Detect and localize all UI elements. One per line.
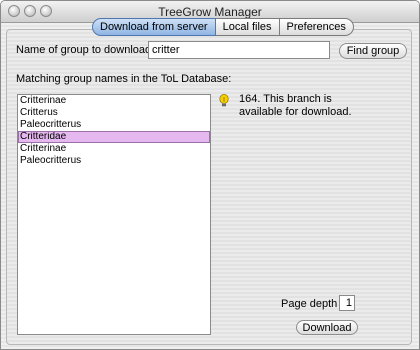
tab-local-files[interactable]: Local files (215, 18, 280, 36)
matching-groups-list[interactable]: Critterinae Critterus Paleocritterus Cri… (17, 94, 211, 335)
group-name-label: Name of group to download (16, 44, 152, 56)
window-title: TreeGrow Manager (158, 5, 262, 19)
matching-groups-label: Matching group names in the ToL Database… (16, 73, 232, 85)
list-item-selected[interactable]: Critteridae (18, 131, 210, 143)
group-name-input[interactable] (148, 41, 330, 59)
branch-status-text: 164. This branch is available for downlo… (239, 93, 352, 118)
find-group-button[interactable]: Find group (339, 43, 407, 59)
tab-preferences[interactable]: Preferences (279, 18, 354, 36)
list-item[interactable]: Critterus (18, 107, 210, 119)
tab-download-from-server[interactable]: Download from server (92, 18, 216, 36)
download-button[interactable]: Download (296, 320, 358, 335)
tab-bar: Download from server Local files Prefere… (92, 18, 354, 36)
page-depth-input[interactable] (339, 295, 355, 311)
tab-panel: Name of group to download Find group Mat… (6, 29, 412, 345)
list-item[interactable]: Paleocritterus (18, 155, 210, 167)
page-depth-label: Page depth (281, 298, 338, 310)
list-item[interactable]: Paleocritterus (18, 119, 210, 131)
list-item[interactable]: Critterinae (18, 95, 210, 107)
window-content: Name of group to download Find group Mat… (1, 18, 419, 349)
app-window: TreeGrow Manager Name of group to downlo… (0, 0, 420, 350)
lightbulb-icon (219, 94, 229, 107)
list-item[interactable]: Critterinae (18, 143, 210, 155)
